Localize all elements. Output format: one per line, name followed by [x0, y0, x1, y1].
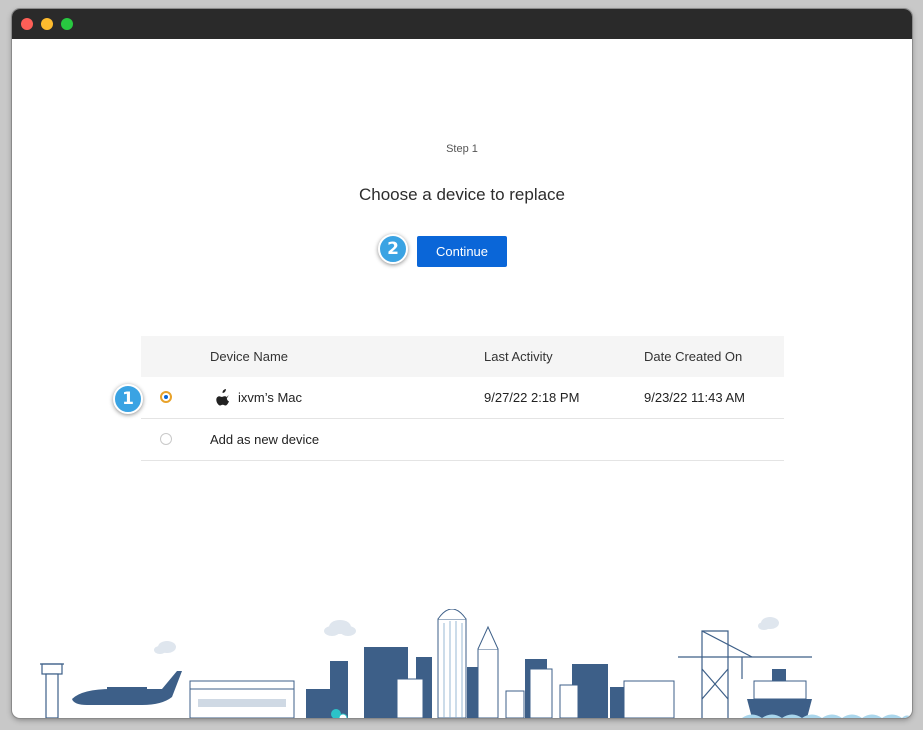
apple-icon [215, 377, 231, 418]
callout-marker-1: 1 [113, 384, 143, 414]
table-header: Device Name Last Activity Date Created O… [141, 336, 784, 377]
last-activity: 9/27/22 2:18 PM [484, 390, 580, 405]
close-window-button[interactable] [21, 18, 33, 30]
column-header-last-activity: Last Activity [484, 349, 553, 364]
minimize-window-button[interactable] [41, 18, 53, 30]
table-row[interactable]: ixvm’s Mac 9/27/22 2:18 PM 9/23/22 11:43… [141, 377, 784, 419]
city-skyline-illustration [40, 609, 912, 718]
device-radio[interactable] [160, 433, 172, 445]
column-header-device-name: Device Name [210, 349, 289, 364]
page-title: Choose a device to replace [358, 185, 566, 204]
step-label: Step 1 [446, 143, 478, 155]
zoom-window-button[interactable] [61, 18, 73, 30]
app-window: Step 1 Choose a device to replace 2 Cont… [12, 9, 912, 718]
device-name: ixvm’s Mac [238, 390, 303, 405]
date-created: 9/23/22 11:43 AM [644, 390, 745, 405]
column-header-date-created: Date Created On [644, 349, 743, 364]
device-radio-selected[interactable] [160, 391, 172, 403]
table-row[interactable]: Add as new device [141, 419, 784, 461]
callout-marker-2: 2 [378, 234, 408, 264]
title-bar [12, 9, 912, 39]
continue-button[interactable]: Continue [417, 236, 507, 267]
device-name: Add as new device [210, 432, 320, 447]
device-table: Device Name Last Activity Date Created O… [141, 336, 784, 461]
